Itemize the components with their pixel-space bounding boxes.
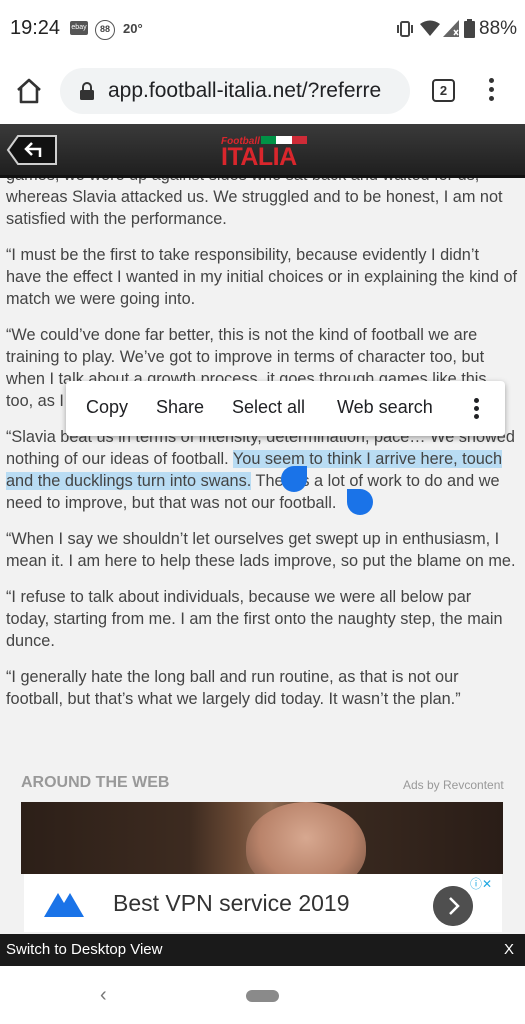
logo-main-text: ITALIA [221,143,297,171]
article-paragraph-selected: “Slavia beat us in terms of intensity, d… [6,426,518,514]
selection-end-handle[interactable] [347,489,373,515]
home-pill-icon[interactable] [246,990,279,1002]
switch-to-desktop-link[interactable]: Switch to Desktop View [6,941,162,958]
text-selection-menu: Copy Share Select all Web search [66,381,505,436]
vpn-banner-ad[interactable]: Best VPN service 2019 ⓘ✕ [0,874,525,934]
adchoices-icon[interactable]: ⓘ✕ [470,875,492,892]
ebay-icon: ebay [70,21,88,35]
battery-percentage: 88% [479,18,518,39]
banner-ad-box[interactable]: Best VPN service 2019 ⓘ✕ [24,874,502,932]
browser-toolbar: app.football-italia.net/?referre 2 [0,58,525,124]
url-text[interactable]: app.football-italia.net/?referre [108,79,403,103]
vibrate-icon [397,21,413,37]
section-title: AROUND THE WEB [21,774,170,791]
more-options-icon[interactable] [483,78,499,104]
article-paragraph: “I refuse to talk about individuals, bec… [6,588,503,650]
web-search-button[interactable]: Web search [337,397,433,418]
battery-icon [464,19,475,38]
signal-icon [443,20,459,37]
article-body: games, we were up against sides who sat … [0,178,525,758]
wifi-icon [420,20,440,36]
ad-image-face [246,802,366,874]
ads-by-revcontent[interactable]: Ads by Revcontent [403,778,504,792]
system-navigation-bar: ‹ [0,966,525,1024]
temperature: 20° [123,21,143,36]
share-button[interactable]: Share [156,397,204,418]
vpn-logo-icon [44,893,84,917]
close-button[interactable]: X [504,941,514,958]
copy-button[interactable]: Copy [86,397,128,418]
desktop-view-bar: Switch to Desktop View X [0,934,525,966]
site-logo[interactable]: Football ITALIA [221,133,311,171]
selection-start-handle[interactable] [281,466,307,492]
site-header: Football ITALIA [0,124,525,178]
article-paragraph: “I must be the first to take responsibil… [6,246,518,308]
ad-image[interactable] [21,802,503,874]
ad-title[interactable]: Best VPN service 2019 [113,890,350,917]
chevron-right-icon[interactable] [433,886,473,926]
article-paragraph: “I generally hate the long ball and run … [6,668,461,708]
tab-switcher-button[interactable]: 2 [432,79,455,102]
back-arrow-icon[interactable] [6,134,58,166]
around-the-web-section: AROUND THE WEB Ads by Revcontent [0,758,525,874]
notification-badge: 88 [95,20,115,40]
status-time: 19:24 [10,17,61,39]
address-bar[interactable]: app.football-italia.net/?referre [60,68,410,114]
article-paragraph: games, we were up against sides who sat … [6,178,503,228]
article-paragraph: “When I say we shouldn’t let ourselves g… [6,530,516,570]
home-icon[interactable] [14,76,44,106]
back-icon[interactable]: ‹ [100,984,107,1007]
select-all-button[interactable]: Select all [232,397,305,418]
more-options-icon[interactable] [474,398,480,422]
status-bar: 19:24 ebay 88 20° 88% [0,0,525,58]
lock-icon [80,82,94,100]
